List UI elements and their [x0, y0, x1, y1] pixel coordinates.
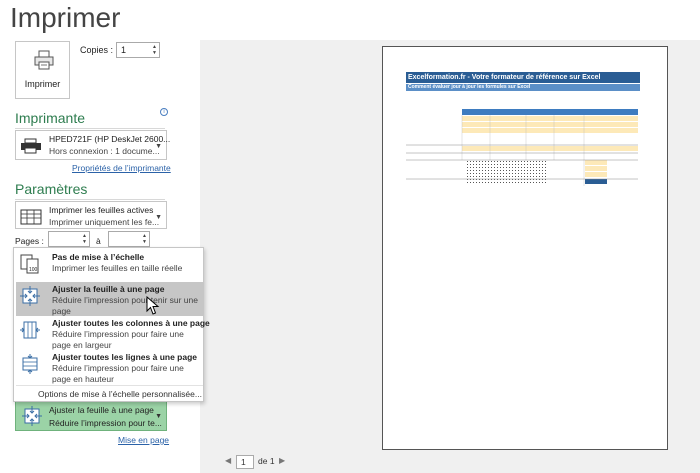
- copies-input[interactable]: 1 ▲ ▼: [116, 42, 160, 58]
- divider: [15, 128, 165, 129]
- print-what-dropdown[interactable]: Imprimer les feuilles actives Imprimer u…: [15, 201, 167, 229]
- page-total: de 1: [258, 456, 275, 466]
- copies-decrement[interactable]: ▼: [152, 51, 157, 56]
- fit-sheet-icon: [20, 286, 40, 306]
- pages-label: Pages :: [15, 236, 44, 246]
- menu-item-desc: Imprimer les feuilles en taille réelle: [52, 263, 183, 273]
- print-what-desc: Imprimer uniquement les fe...: [49, 217, 160, 227]
- settings-heading: Paramètres: [15, 181, 88, 197]
- menu-item-fit-sheet[interactable]: Ajuster la feuille à une page Réduire l’…: [16, 282, 203, 316]
- svg-text:100: 100: [29, 267, 38, 273]
- pages-to-input[interactable]: ▲ ▼: [108, 231, 150, 247]
- print-button-label: Imprimer: [24, 79, 61, 89]
- menu-item-title: Ajuster toutes les colonnes à une page: [52, 318, 210, 328]
- fit-rows-icon: [22, 354, 38, 374]
- page-title: Imprimer: [10, 2, 121, 33]
- scaling-label: Ajuster la feuille à une page: [49, 405, 154, 415]
- menu-item-desc: Réduire l’impression pour faire une page…: [52, 329, 184, 350]
- printer-name: HPED721F (HP DeskJet 2600...: [49, 134, 171, 144]
- page-setup-link[interactable]: Mise en page: [118, 435, 169, 445]
- preview-page: [382, 46, 668, 450]
- scaling-menu: 100 Pas de mise à l’échelle Imprimer les…: [13, 247, 210, 402]
- chevron-down-icon: ▼: [155, 143, 162, 150]
- printer-icon: [34, 50, 54, 70]
- page-number-input[interactable]: 1: [236, 455, 254, 469]
- menu-item-desc: Réduire l’impression pour tenir sur une …: [52, 295, 198, 316]
- prev-page-icon[interactable]: ◀: [225, 456, 231, 465]
- menu-item-fit-rows[interactable]: Ajuster toutes les lignes à une page Réd…: [16, 350, 203, 384]
- menu-item-title: Ajuster toutes les lignes à une page: [52, 352, 198, 362]
- print-what-label: Imprimer les feuilles actives: [49, 205, 154, 215]
- menu-divider: [16, 385, 203, 386]
- divider: [15, 199, 165, 200]
- printer-status: Hors connexion : 1 docume...: [49, 146, 160, 156]
- info-icon[interactable]: i: [160, 108, 168, 116]
- chevron-down-icon: ▼: [155, 214, 162, 221]
- copies-value: 1: [121, 45, 127, 55]
- sheets-icon: [20, 209, 42, 225]
- menu-item-fit-columns[interactable]: Ajuster toutes les colonnes à une page R…: [16, 316, 210, 350]
- next-page-icon[interactable]: ▶: [279, 456, 285, 465]
- custom-scaling-option[interactable]: Options de mise à l’échelle personnalisé…: [38, 389, 202, 399]
- copies-label: Copies :: [80, 45, 114, 55]
- printer-dropdown[interactable]: HPED721F (HP DeskJet 2600... Hors connex…: [15, 130, 171, 160]
- actual-size-icon: 100: [20, 254, 39, 274]
- preview-sheet-subtitle: Comment évaluer jour à jour les formules…: [406, 84, 640, 91]
- menu-item-desc: Réduire l’impression pour faire une page…: [52, 363, 184, 384]
- print-button[interactable]: Imprimer: [15, 41, 70, 99]
- cursor-icon: [146, 296, 160, 315]
- menu-item-title: Ajuster la feuille à une page: [52, 284, 165, 294]
- menu-item-no-scaling[interactable]: 100 Pas de mise à l’échelle Imprimer les…: [16, 250, 203, 282]
- printer-heading: Imprimante: [15, 110, 86, 126]
- preview-sheet-title: Excelformation.fr - Votre formateur de r…: [406, 72, 640, 83]
- pages-from-input[interactable]: ▲ ▼: [48, 231, 90, 247]
- menu-item-title: Pas de mise à l’échelle: [52, 252, 145, 262]
- preview-table-lines: [406, 115, 638, 186]
- printer-properties-link[interactable]: Propriétés de l’imprimante: [72, 163, 171, 173]
- scaling-desc: Réduire l’impression pour te...: [49, 418, 162, 428]
- pages-to-label: à: [96, 236, 101, 246]
- scaling-dropdown[interactable]: Ajuster la feuille à une page Réduire l’…: [15, 400, 167, 431]
- printer-small-icon: [21, 138, 41, 154]
- page-current: 1: [241, 457, 246, 467]
- fit-sheet-icon: [22, 406, 42, 426]
- fit-columns-icon: [20, 321, 40, 339]
- chevron-down-icon: ▼: [155, 413, 162, 420]
